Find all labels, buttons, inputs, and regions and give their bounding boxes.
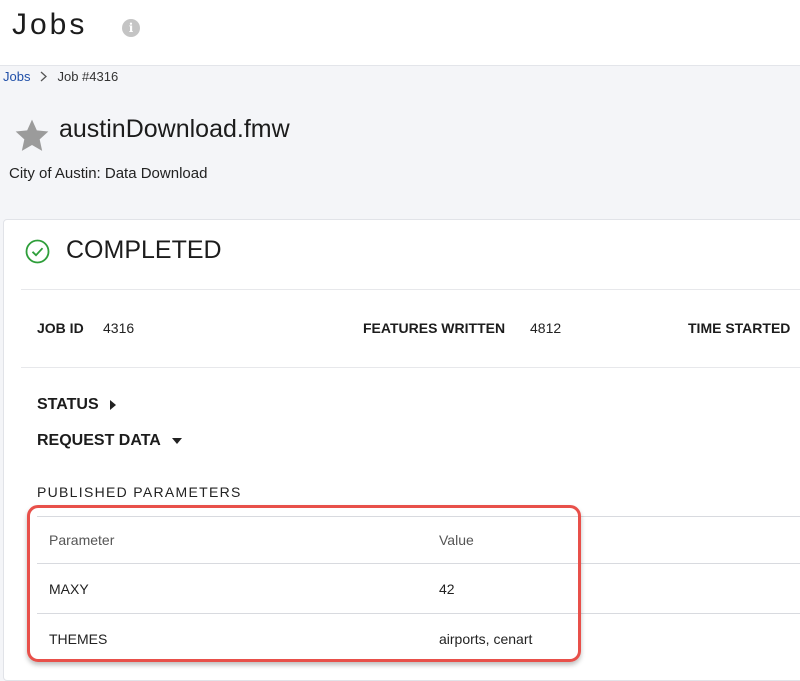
workspace-description: City of Austin: Data Download	[9, 165, 208, 182]
chevron-right-icon	[41, 71, 48, 81]
job-id-label: JOB ID	[37, 320, 84, 336]
breadcrumb: Jobs Job #4316	[3, 68, 118, 84]
status-section-label: STATUS	[37, 396, 99, 413]
features-written-label: FEATURES WRITTEN	[363, 320, 506, 336]
parameter-name-cell: MAXY	[37, 563, 427, 614]
features-written-value: 4812	[530, 320, 562, 336]
star-icon[interactable]	[12, 116, 52, 156]
divider	[21, 367, 800, 368]
job-id-value: 4316	[103, 320, 135, 336]
table-row: MAXY 42	[37, 563, 800, 614]
job-status: COMPLETED	[66, 236, 222, 264]
parameter-value-cell: 42	[427, 563, 800, 614]
column-header-value: Value	[427, 516, 800, 564]
divider	[21, 289, 800, 290]
column-header-parameter: Parameter	[37, 516, 427, 564]
published-parameters-table: Parameter Value MAXY 42 THEMES airports,…	[37, 516, 800, 663]
caret-right-icon	[109, 400, 116, 410]
check-circle-icon	[25, 239, 50, 264]
caret-down-icon	[171, 438, 182, 444]
table-header-row: Parameter Value	[37, 516, 800, 564]
time-started-label: TIME STARTED	[688, 320, 791, 336]
request-data-section-label: REQUEST DATA	[37, 432, 161, 449]
top-bar: Jobs i	[0, 0, 800, 66]
breadcrumb-current: Job #4316	[57, 68, 119, 84]
request-data-section-toggle[interactable]: REQUEST DATA	[37, 432, 182, 450]
parameter-name-cell: THEMES	[37, 613, 427, 663]
parameter-value-cell: airports, cenart	[427, 613, 800, 663]
table-row: THEMES airports, cenart	[37, 613, 800, 663]
status-section-toggle[interactable]: STATUS	[37, 396, 116, 414]
page-title: Jobs	[12, 8, 88, 41]
breadcrumb-jobs-link[interactable]: Jobs	[3, 69, 30, 84]
published-parameters-heading: PUBLISHED PARAMETERS	[37, 484, 242, 500]
workspace-name: austinDownload.fmw	[59, 115, 290, 143]
info-icon[interactable]: i	[122, 19, 140, 37]
